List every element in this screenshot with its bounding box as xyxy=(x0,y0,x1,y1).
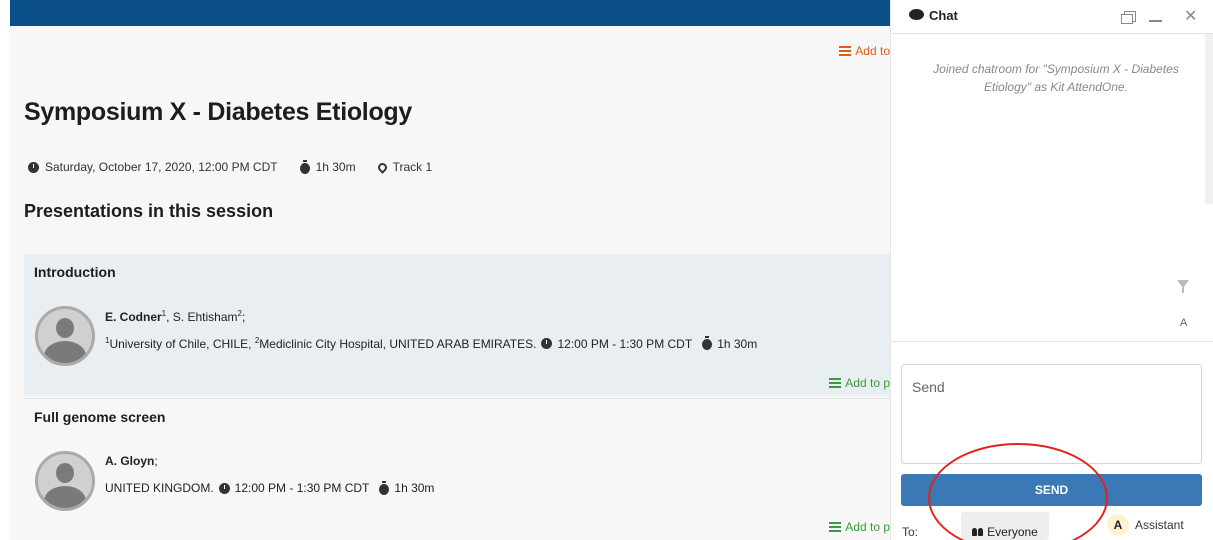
chat-message-area: Joined chatroom for "Symposium X - Diabe… xyxy=(891,34,1213,342)
send-button[interactable]: SEND xyxy=(901,474,1202,506)
presentation-affiliations: 1University of Chile, CHILE, 2Mediclinic… xyxy=(105,336,758,351)
presentation-time: 12:00 PM - 1:30 PM CDT xyxy=(234,481,370,495)
list-icon xyxy=(839,46,852,56)
add-to-label: Add to xyxy=(855,44,890,58)
clock-icon xyxy=(28,161,39,173)
chat-scrollbar[interactable] xyxy=(1205,34,1213,204)
presentations-heading: Presentations in this session xyxy=(24,201,274,221)
minimize-icon[interactable] xyxy=(1149,20,1162,22)
add-to-schedule-link[interactable]: Add to xyxy=(839,44,890,58)
assistant-avatar: A xyxy=(1107,514,1129,536)
stopwatch-icon xyxy=(379,480,390,495)
avatar xyxy=(35,451,95,511)
recipient-label: To: xyxy=(902,525,919,539)
stopwatch-icon xyxy=(702,336,713,350)
add-to-planner-link[interactable]: Add to p xyxy=(829,520,890,534)
presentation-title[interactable]: Introduction xyxy=(34,264,116,280)
avatar xyxy=(35,306,95,366)
recipient-assistant-button[interactable]: A Assistant xyxy=(1107,514,1184,536)
people-icon xyxy=(972,528,984,536)
chat-message-input[interactable]: Send xyxy=(901,364,1202,464)
font-size-toggle[interactable]: A xyxy=(1180,317,1187,329)
map-pin-icon xyxy=(375,160,389,174)
list-icon xyxy=(829,378,842,388)
chat-header: Chat ✕ xyxy=(891,0,1213,34)
system-message: Joined chatroom for "Symposium X - Diabe… xyxy=(933,62,1179,94)
chat-panel: Chat ✕ Joined chatroom for "Symposium X … xyxy=(890,0,1213,540)
top-navigation-bar xyxy=(10,0,890,26)
add-to-planner-link[interactable]: Add to p xyxy=(829,376,890,390)
chat-bubble-icon xyxy=(909,9,924,20)
session-duration: 1h 30m xyxy=(315,160,356,174)
close-icon[interactable]: ✕ xyxy=(1184,6,1197,26)
chat-title: Chat xyxy=(929,8,958,23)
session-location: Track 1 xyxy=(392,160,433,174)
presentation-item: Full genome screen A. Gloyn; UNITED KING… xyxy=(24,398,890,540)
presentation-authors: A. Gloyn; xyxy=(105,454,158,468)
popout-window-icon[interactable] xyxy=(1121,11,1136,24)
presentation-title[interactable]: Full genome screen xyxy=(34,409,165,425)
recipient-everyone-button[interactable]: Everyone xyxy=(961,512,1049,540)
presentation-duration: 1h 30m xyxy=(394,481,435,495)
list-icon xyxy=(829,522,842,532)
presentation-item: Introduction E. Codner1, S. Ehtisham2; 1… xyxy=(24,254,890,396)
presentation-affiliations: UNITED KINGDOM. 12:00 PM - 1:30 PM CDT 1… xyxy=(105,480,435,495)
session-detail-panel: Add to Symposium X - Diabetes Etiology S… xyxy=(10,26,890,540)
clock-icon xyxy=(541,338,553,349)
presentation-authors: E. Codner1, S. Ehtisham2; xyxy=(105,309,246,324)
session-meta: Saturday, October 17, 2020, 12:00 PM CDT… xyxy=(28,159,433,174)
stopwatch-icon xyxy=(299,159,310,174)
presentation-duration: 1h 30m xyxy=(717,336,758,351)
presentation-time: 12:00 PM - 1:30 PM CDT xyxy=(557,336,693,351)
session-title: Symposium X - Diabetes Etiology xyxy=(24,98,413,126)
filter-icon[interactable] xyxy=(1177,280,1189,293)
clock-icon xyxy=(218,482,230,494)
session-date: Saturday, October 17, 2020, 12:00 PM CDT xyxy=(45,160,278,174)
